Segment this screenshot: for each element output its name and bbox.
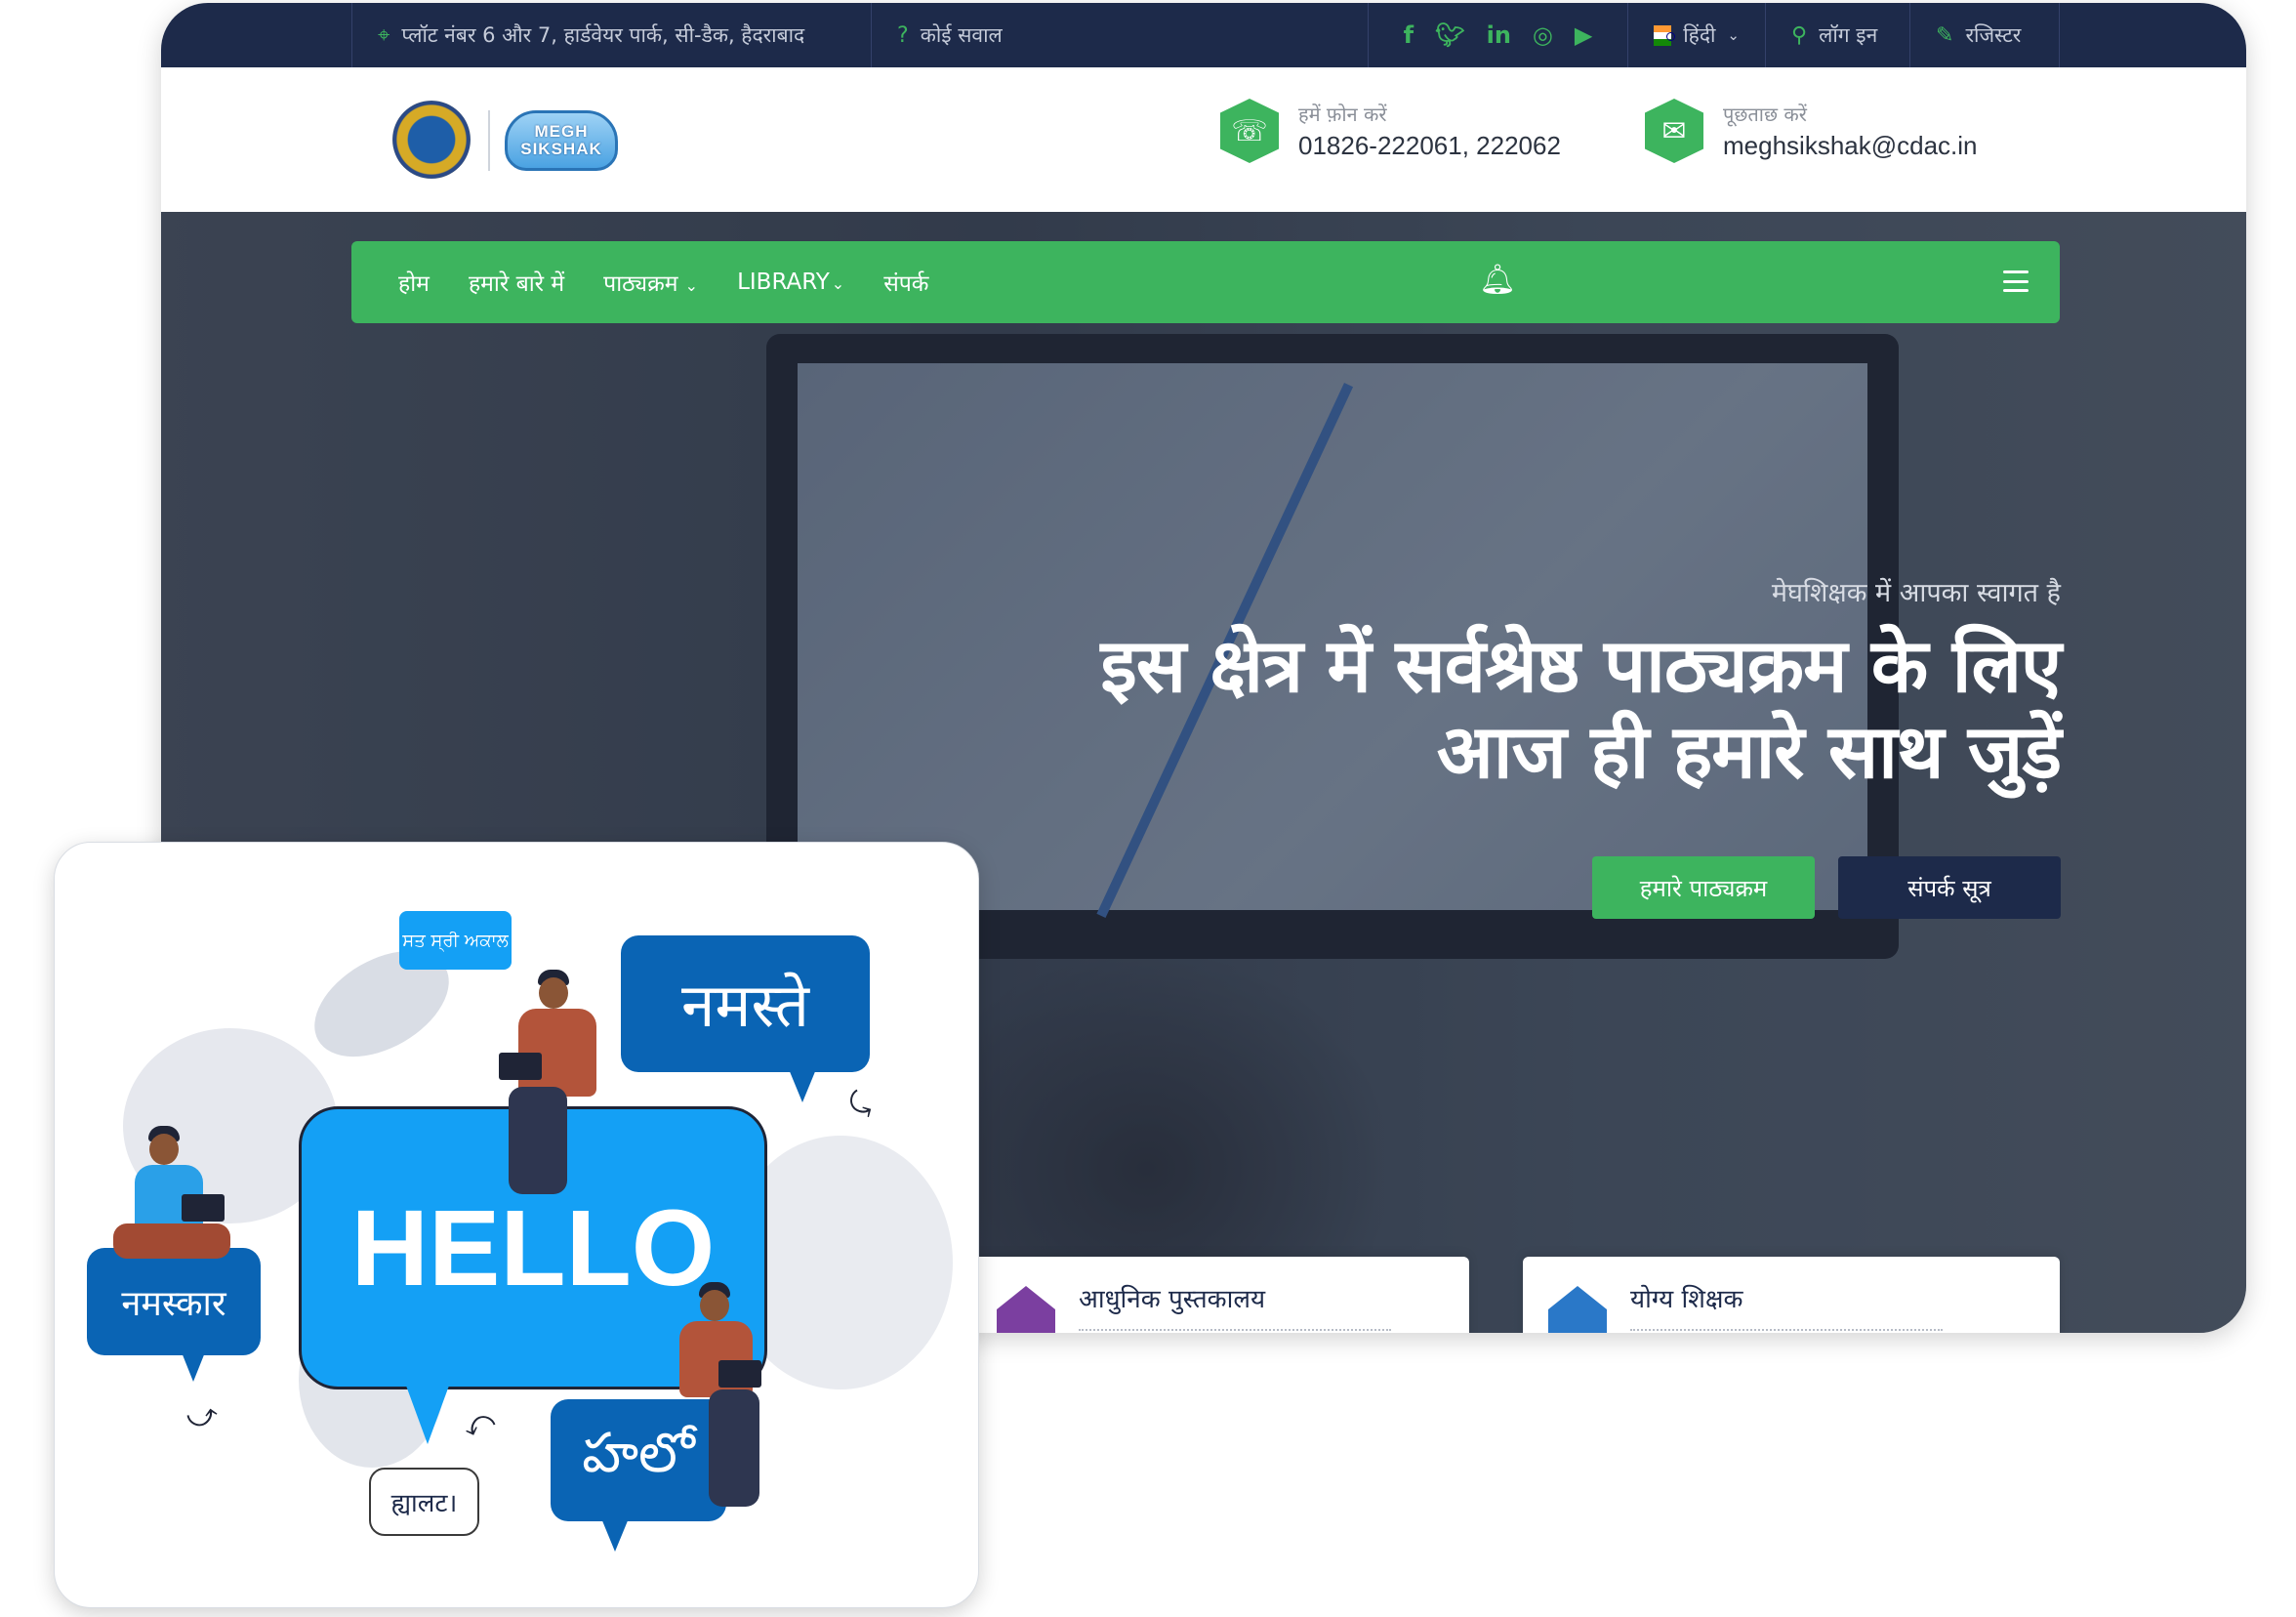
languages-illustration-card: ਸਤ ਸ੍ਰੀ ਅਕਾਲ नमस्ते HELLO नमस्कार హలో ह्… — [54, 842, 979, 1608]
email-address[interactable]: meghsikshak@cdac.in — [1723, 131, 1978, 161]
feature-subtext — [1079, 1329, 1391, 1333]
teacher-icon — [1548, 1286, 1607, 1333]
nav-item-home[interactable]: होम — [398, 267, 430, 298]
hero-headline-line1: इस क्षेत्र में सर्वश्रेष्ठ पाठ्यक्रम के … — [1100, 622, 2062, 709]
contact-button[interactable]: संपर्क सूत्र — [1838, 856, 2061, 919]
login-label: लॉग इन — [1819, 23, 1878, 47]
email-label: पूछताछ करें — [1723, 103, 1807, 126]
bubble-namaskar: नमस्कार — [87, 1248, 261, 1355]
register-label: रजिस्टर — [1965, 23, 2022, 47]
bell-icon[interactable]: 🔔︎ — [1479, 263, 1516, 297]
nav-item-courses[interactable]: पाठ्यक्रम ⌄ — [603, 267, 698, 298]
bubble-telugu-text: హలో — [582, 1422, 695, 1485]
library-icon — [997, 1286, 1055, 1333]
question-icon: ? — [897, 22, 909, 48]
logo-divider — [488, 110, 490, 171]
language-selector[interactable]: हिंदी ⌄ — [1627, 3, 1765, 67]
site-header: MEGH SIKSHAK ☏ हमें फ़ोन करें 01826-2220… — [161, 67, 2246, 212]
login-link[interactable]: ⚲ लॉग इन — [1765, 3, 1909, 67]
top-info-bar: ⌖ प्लॉट नंबर 6 और 7, हार्डवेयर पार्क, सी… — [161, 3, 2246, 67]
hero-welcome: मेघशिक्षक में आपका स्वागत है — [1771, 578, 2061, 608]
faq-label: कोई सवाल — [920, 23, 1003, 47]
hamburger-menu-icon[interactable] — [2003, 270, 2029, 292]
bubble-outline: ह्यालट। — [369, 1468, 479, 1536]
phone-number[interactable]: 01826-222061, 222062 — [1298, 131, 1561, 161]
curved-arrow-icon: ⤻ — [838, 1081, 884, 1127]
feature-card-library[interactable]: आधुनिक पुस्तकालय — [971, 1257, 1469, 1333]
bubble-hello-text: HELLO — [350, 1187, 716, 1308]
hero-buttons: हमारे पाठ्यक्रम संपर्क सूत्र — [1592, 856, 2061, 919]
bubble-punjabi-text: ਸਤ ਸ੍ਰੀ ਅਕਾਲ — [402, 930, 509, 951]
feature-title: आधुनिक पुस्तकालय — [1079, 1285, 1266, 1314]
email-contact: ✉ पूछताछ करें meghsikshak@cdac.in — [1645, 99, 1978, 163]
nav-library-label: LIBRARY — [737, 270, 830, 295]
social-links: f 🐦︎ in ◎ ▶ — [1368, 3, 1627, 67]
bubble-punjabi: ਸਤ ਸ੍ਰੀ ਅਕਾਲ — [399, 911, 512, 970]
feature-title: योग्य शिक्षक — [1630, 1285, 1743, 1314]
megh-sikshak-logo[interactable]: MEGH SIKSHAK — [505, 110, 618, 171]
bubble-tail — [406, 1386, 449, 1444]
phone-label: हमें फ़ोन करें — [1298, 103, 1387, 126]
instagram-icon[interactable]: ◎ — [1533, 21, 1553, 49]
logo-text-sikshak: SIKSHAK — [520, 140, 602, 158]
faq-link[interactable]: ? कोई सवाल — [871, 3, 1042, 67]
logo-text-megh: MEGH — [534, 122, 589, 141]
bubble-telugu: హలో — [551, 1399, 726, 1521]
our-courses-button[interactable]: हमारे पाठ्यक्रम — [1592, 856, 1815, 919]
nav-item-about[interactable]: हमारे बारे में — [469, 267, 564, 298]
bubble-namaste-text: नमस्ते — [681, 970, 809, 1041]
nav-home-label: होम — [398, 271, 430, 297]
feature-card-teachers[interactable]: योग्य शिक्षक — [1523, 1257, 2060, 1333]
register-link[interactable]: ✎ रजिस्टर — [1909, 3, 2060, 67]
user-icon: ⚲ — [1791, 22, 1808, 48]
chevron-down-icon: ⌄ — [679, 276, 699, 295]
address-item: ⌖ प्लॉट नंबर 6 और 7, हार्डवेयर पार्क, सी… — [351, 3, 871, 67]
address-text: प्लॉट नंबर 6 और 7, हार्डवेयर पार्क, सी-ड… — [401, 23, 805, 47]
nav-courses-label: पाठ्यक्रम — [603, 271, 678, 297]
bubble-tail — [182, 1352, 205, 1382]
linkedin-icon[interactable]: in — [1487, 21, 1511, 49]
facebook-icon[interactable]: f — [1404, 21, 1414, 49]
nav-item-library[interactable]: LIBRARY ⌄ — [737, 270, 844, 295]
main-navigation: होम हमारे बारे में पाठ्यक्रम ⌄ LIBRARY ⌄ … — [351, 241, 2060, 323]
language-label: हिंदी — [1683, 23, 1716, 47]
nav-about-label: हमारे बारे में — [468, 271, 565, 297]
phone-icon: ☏ — [1220, 99, 1279, 163]
nav-item-contact[interactable]: संपर्क — [883, 267, 928, 298]
bubble-namaste: नमस्ते — [621, 935, 870, 1072]
bubble-tail — [601, 1518, 629, 1552]
hero-headline: इस क्षेत्र में सर्वश्रेष्ठ पाठ्यक्रम के … — [1100, 622, 2062, 795]
bubble-namaskar-text: नमस्कार — [121, 1283, 226, 1324]
user-edit-icon: ✎ — [1936, 22, 1954, 48]
twitter-icon[interactable]: 🐦︎ — [1435, 21, 1464, 49]
chevron-down-icon: ⌄ — [1727, 26, 1740, 44]
nav-contact-label: संपर्क — [883, 271, 929, 297]
location-pin-icon: ⌖ — [378, 22, 390, 48]
youtube-icon[interactable]: ▶ — [1575, 21, 1592, 49]
bubble-outline-text: ह्यालट। — [390, 1489, 458, 1518]
curved-arrow-icon: ⤻ — [459, 1404, 502, 1448]
envelope-icon: ✉ — [1645, 99, 1703, 163]
cdac-seal-logo[interactable] — [392, 101, 471, 179]
curved-arrow-icon: ⤻ — [184, 1396, 221, 1436]
hero-headline-line2: आज ही हमारे साथ जुड़ें — [1436, 708, 2062, 795]
phone-contact: ☏ हमें फ़ोन करें 01826-222061, 222062 — [1220, 99, 1561, 163]
chevron-down-icon: ⌄ — [831, 274, 845, 293]
bubble-tail — [789, 1069, 816, 1102]
feature-subtext — [1630, 1329, 1943, 1333]
hero-text-block: मेघशिक्षक में आपका स्वागत है इस क्षेत्र … — [1100, 573, 2062, 795]
india-flag-icon — [1654, 24, 1676, 46]
